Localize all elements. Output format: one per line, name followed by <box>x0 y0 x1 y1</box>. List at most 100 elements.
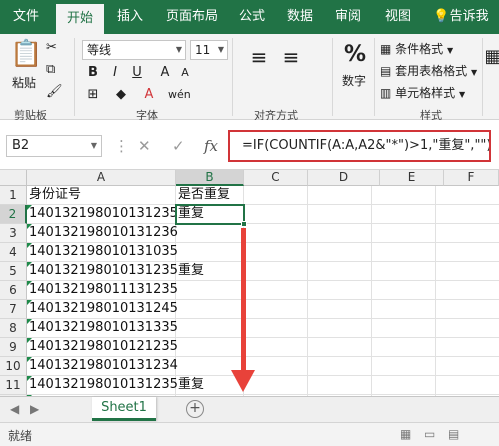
format-painter-icon[interactable]: 🖌 <box>46 84 63 99</box>
cell-a8[interactable]: 140132198010131335 <box>27 319 178 338</box>
cell-a2[interactable]: 140132198010131235 <box>27 205 178 224</box>
prev-sheet-icon[interactable]: ◀ <box>10 402 19 416</box>
text-number-indicator <box>27 262 32 267</box>
font-color-icon[interactable]: A <box>140 86 158 104</box>
enter-icon[interactable]: ✓ <box>172 137 185 155</box>
tab-view[interactable]: 视图 <box>378 0 418 34</box>
tab-formulas[interactable]: 公式 <box>232 0 272 34</box>
active-cell-border <box>175 204 245 225</box>
cell-a9[interactable]: 140132198010121235 <box>27 338 178 357</box>
column-header-b[interactable]: B <box>176 170 244 186</box>
sheet-tab-sheet1[interactable]: Sheet1 <box>92 397 156 421</box>
row-header[interactable]: 3 <box>0 224 27 243</box>
cell-a3[interactable]: 140132198010131236 <box>27 224 178 243</box>
tell-me-search[interactable]: 💡告诉我 <box>428 0 494 34</box>
tab-page-layout[interactable]: 页面布局 <box>160 0 224 34</box>
cell-styles-button[interactable]: ▥ 单元格样式 ▼ <box>380 84 465 101</box>
cell-b6[interactable] <box>176 281 244 300</box>
status-bar: 就绪 ▦ ▭ ▤ <box>0 422 499 446</box>
cell-a4[interactable]: 140132198010131035 <box>27 243 178 262</box>
conditional-format-button[interactable]: ▦ 条件格式 ▼ <box>380 40 453 57</box>
cell-a5[interactable]: 140132198010131235 <box>27 262 178 281</box>
row-header[interactable]: 9 <box>0 338 27 357</box>
align-top-icon[interactable]: ≡ <box>250 47 268 67</box>
group-divider <box>332 38 333 116</box>
column-header-f[interactable]: F <box>444 170 499 186</box>
text-number-indicator <box>27 357 32 362</box>
page-layout-view-icon[interactable]: ▭ <box>424 427 435 441</box>
tab-data[interactable]: 数据 <box>280 0 320 34</box>
name-box[interactable]: B2 ▼ <box>6 135 102 157</box>
format-as-table-button[interactable]: ▤ 套用表格格式 ▼ <box>380 62 477 79</box>
row-header[interactable]: 10 <box>0 357 27 376</box>
cell-style-icon: ▥ <box>380 86 392 100</box>
lightbulb-icon: 💡 <box>433 9 450 24</box>
tab-review[interactable]: 审阅 <box>328 0 368 34</box>
row-header[interactable]: 5 <box>0 262 27 281</box>
row-header[interactable]: 8 <box>0 319 27 338</box>
annotation-arrow-shaft <box>241 228 246 378</box>
increase-font-icon[interactable]: A <box>156 64 174 82</box>
group-divider <box>232 38 233 116</box>
decrease-font-icon[interactable]: A <box>176 64 194 82</box>
row-header[interactable]: 7 <box>0 300 27 319</box>
cell-a11[interactable]: 140132198010131235 <box>27 376 178 395</box>
page-break-view-icon[interactable]: ▤ <box>448 427 459 441</box>
insert-function-icon[interactable]: fx <box>204 137 218 155</box>
cells-group-icon[interactable]: ▦ <box>484 48 499 66</box>
column-header-e[interactable]: E <box>380 170 444 186</box>
fill-color-icon[interactable]: ◆ <box>112 86 130 104</box>
tab-insert[interactable]: 插入 <box>110 0 150 34</box>
tab-file[interactable]: 文件 <box>6 0 46 34</box>
formula-input[interactable]: =IF(COUNTIF(A:A,A2&"*")>1,"重复","") <box>228 130 491 162</box>
group-divider <box>374 38 375 116</box>
row-header[interactable]: 2 <box>0 205 27 224</box>
cell-a7[interactable]: 140132198010131245 <box>27 300 178 319</box>
row-header[interactable]: 4 <box>0 243 27 262</box>
tab-home[interactable]: 开始 <box>56 4 104 34</box>
cell-b8[interactable] <box>176 319 244 338</box>
row-header[interactable]: 1 <box>0 186 27 205</box>
cut-icon[interactable]: ✂ <box>46 40 57 55</box>
cell-b5[interactable]: 重复 <box>176 262 244 281</box>
bold-button[interactable]: B <box>84 64 102 82</box>
cell-a6[interactable]: 140132198011131235 <box>27 281 178 300</box>
italic-button[interactable]: I <box>106 64 124 82</box>
underline-button[interactable]: U <box>128 64 146 82</box>
sheet-tab-bar: ◀ ▶ Sheet1 + <box>0 396 499 422</box>
formula-bar: B2 ▼ ⋮ ✕ ✓ fx =IF(COUNTIF(A:A,A2&"*")>1,"… <box>0 120 499 170</box>
align-center-icon[interactable]: ≡ <box>282 47 300 67</box>
cell-b7[interactable] <box>176 300 244 319</box>
add-sheet-button[interactable]: + <box>186 400 204 418</box>
text-number-indicator <box>27 300 32 305</box>
paste-icon[interactable]: 📋 <box>10 40 42 68</box>
fill-handle[interactable] <box>241 221 247 227</box>
select-all-corner[interactable] <box>0 170 27 186</box>
column-header-d[interactable]: D <box>308 170 380 186</box>
font-name-select[interactable]: 等线 ▼ <box>82 40 186 60</box>
empty-cells-area[interactable] <box>244 186 499 396</box>
row-header[interactable]: 11 <box>0 376 27 395</box>
cell-b9[interactable] <box>176 338 244 357</box>
number-format-button[interactable]: 数字 <box>342 72 366 89</box>
chevron-down-icon: ▼ <box>471 68 478 77</box>
row-header[interactable]: 6 <box>0 281 27 300</box>
percent-style-button[interactable]: % <box>344 42 366 67</box>
font-size-select[interactable]: 11 ▼ <box>190 40 228 60</box>
copy-icon[interactable]: ⧉ <box>46 62 55 77</box>
cell-b4[interactable] <box>176 243 244 262</box>
chevron-down-icon: ▼ <box>217 45 224 54</box>
cell-b1[interactable]: 是否重复 <box>176 186 244 205</box>
cancel-icon[interactable]: ✕ <box>138 137 151 155</box>
cell-b3[interactable] <box>176 224 244 243</box>
cell-a1[interactable]: 身份证号 <box>27 186 176 205</box>
paste-button[interactable]: 粘贴 <box>12 74 36 91</box>
column-header-a[interactable]: A <box>27 170 176 186</box>
normal-view-icon[interactable]: ▦ <box>400 427 411 441</box>
phonetic-icon[interactable]: wén <box>168 86 191 104</box>
border-icon[interactable]: ⊞ <box>84 86 102 104</box>
next-sheet-icon[interactable]: ▶ <box>30 402 39 416</box>
cell-a10[interactable]: 140132198010131234 <box>27 357 178 376</box>
ribbon: 📋 粘贴 ✂ ⧉ 🖌 剪贴板 等线 ▼ 11 ▼ B I U A A ⊞ ◆ A w… <box>0 34 499 122</box>
column-header-c[interactable]: C <box>244 170 308 186</box>
